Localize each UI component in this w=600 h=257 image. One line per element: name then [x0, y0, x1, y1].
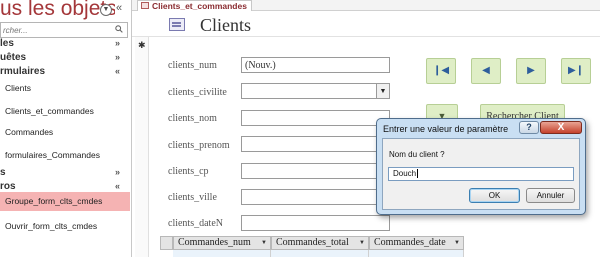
nav-group-tables[interactable]: les » — [0, 37, 126, 50]
commandes-subform: Commandes_num ▼ Commandes_total ▼ Comman… — [160, 236, 600, 257]
parameter-dialog: Entrer une valeur de paramètre ? X Nom d… — [376, 118, 586, 215]
field-label-clients-num: clients_num — [168, 60, 217, 71]
clients-cp-field[interactable] — [241, 163, 390, 179]
nav-search-input[interactable] — [1, 23, 110, 37]
nav-search-box[interactable] — [0, 22, 128, 38]
nav-item-label: Groupe_form_clts_cmdes — [5, 196, 103, 206]
nav-group-label: les — [0, 38, 14, 49]
first-record-button[interactable]: ❙◀ — [426, 58, 456, 84]
table-cell[interactable] — [271, 250, 369, 257]
column-sort-icon[interactable]: ▼ — [454, 237, 460, 249]
expand-chevron-icon[interactable]: » — [115, 166, 120, 179]
nav-pane-title[interactable]: us les objets... — [0, 0, 115, 23]
nav-menu-chevron-icon[interactable]: ▼ — [100, 4, 112, 16]
form-icon — [169, 18, 185, 31]
column-header-commandes-date[interactable]: Commandes_date ▼ — [369, 236, 464, 250]
clients-civilite-combo[interactable]: ▼ — [241, 83, 390, 99]
column-header-label: Commandes_total — [276, 237, 349, 248]
last-record-button[interactable]: ▶❙ — [561, 58, 591, 84]
clients-nom-field[interactable] — [241, 110, 390, 126]
field-label-clients-civilite: clients_civilite — [168, 87, 227, 98]
expand-chevron-icon[interactable]: » — [115, 37, 120, 50]
dialog-title: Entrer une valeur de paramètre — [383, 124, 509, 134]
nav-group-forms[interactable]: rmulaires « — [0, 65, 126, 78]
parameter-value: Douch — [393, 169, 417, 178]
text-caret — [417, 169, 419, 179]
field-label-clients-daten: clients_dateN — [168, 218, 223, 229]
ok-button[interactable]: OK — [469, 188, 520, 203]
table-cell[interactable] — [369, 250, 464, 257]
column-header-commandes-total[interactable]: Commandes_total ▼ — [271, 236, 369, 250]
column-header-commandes-num[interactable]: Commandes_num ▼ — [173, 236, 271, 250]
tab-clients-et-commandes[interactable]: Clients_et_commandes — [137, 0, 252, 11]
last-record-icon: ▶❙ — [567, 65, 585, 76]
navigation-pane: us les objets... ▼ « les » uêtes » rmula… — [0, 0, 132, 257]
clients-ville-field[interactable] — [241, 189, 390, 205]
cancel-button[interactable]: Annuler — [526, 188, 575, 203]
column-header-label: Commandes_num — [178, 237, 251, 248]
nav-group-label: rmulaires — [0, 66, 46, 77]
column-sort-icon[interactable]: ▼ — [261, 237, 267, 249]
field-label-clients-nom: clients_nom — [168, 113, 217, 124]
field-label-clients-cp: clients_cp — [168, 166, 209, 177]
clients-prenom-field[interactable] — [241, 136, 390, 152]
parameter-prompt: Nom du client ? — [389, 150, 445, 159]
nav-group-queries[interactable]: uêtes » — [0, 51, 126, 64]
field-label-clients-prenom: clients_prenom — [168, 140, 230, 151]
next-record-icon: ▶ — [527, 65, 535, 76]
close-button[interactable]: X — [540, 121, 582, 134]
nav-group-label: uêtes — [0, 52, 27, 63]
dropdown-arrow-icon[interactable]: ▼ — [376, 84, 389, 98]
nav-group-reports[interactable]: s » — [0, 166, 126, 179]
form-header: Clients — [132, 11, 600, 37]
search-icon[interactable] — [115, 25, 123, 33]
collapse-chevron-icon[interactable]: « — [115, 65, 120, 78]
select-all-corner[interactable] — [160, 236, 173, 250]
field-label-clients-ville: clients_ville — [168, 192, 217, 203]
clients-daten-field[interactable] — [241, 215, 390, 231]
nav-item-label: formulaires_Commandes — [5, 150, 100, 160]
parameter-value-input[interactable]: Douch — [388, 167, 574, 181]
nav-group-label: s — [0, 167, 6, 178]
first-record-icon: ❙◀ — [432, 65, 450, 76]
dialog-body: Nom du client ? Douch OK Annuler — [382, 138, 580, 210]
new-record-icon: ✱ — [138, 40, 146, 50]
tab-label: Clients_et_commandes — [152, 1, 247, 11]
table-cell[interactable] — [173, 250, 271, 257]
nav-item-groupe-form-clts-cmdes[interactable]: Groupe_form_clts_cmdes — [0, 192, 130, 211]
form-icon — [141, 2, 149, 9]
previous-record-button[interactable]: ◀ — [471, 58, 501, 84]
nav-item-label: Ouvrir_form_clts_cmdes — [5, 221, 98, 231]
clients-num-field[interactable]: (Nouv.) — [241, 57, 390, 73]
column-header-label: Commandes_date — [374, 237, 446, 248]
collapse-pane-icon[interactable]: « — [116, 2, 122, 14]
next-record-button[interactable]: ▶ — [516, 58, 546, 84]
record-selector[interactable]: ✱ — [135, 37, 149, 257]
help-button[interactable]: ? — [519, 121, 539, 134]
nav-item-label: Commandes — [5, 127, 54, 137]
column-sort-icon[interactable]: ▼ — [359, 237, 365, 249]
nav-item-label: Clients — [5, 83, 31, 93]
form-title: Clients — [200, 15, 252, 35]
nav-item-label: Clients_et_commandes — [5, 106, 94, 116]
expand-chevron-icon[interactable]: » — [115, 51, 120, 64]
previous-record-icon: ◀ — [482, 65, 490, 76]
